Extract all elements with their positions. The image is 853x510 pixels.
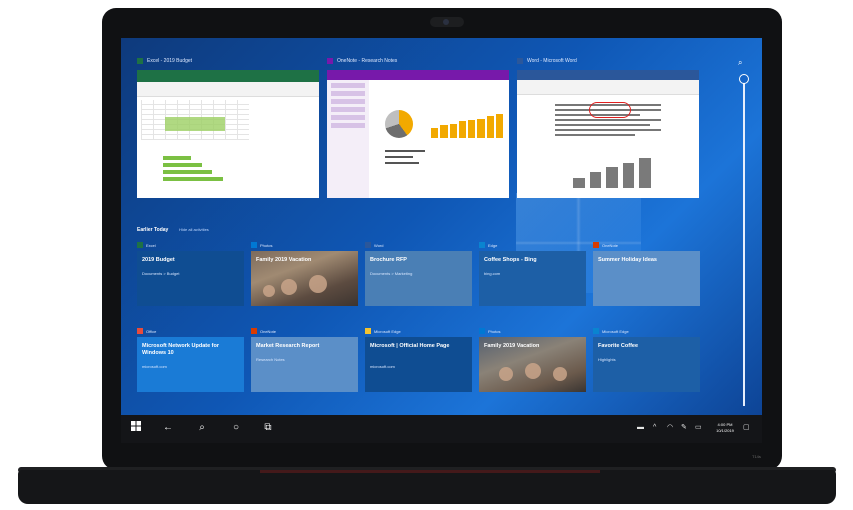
tile-title: Family 2019 Vacation [484,343,540,349]
pen-icon[interactable]: ✎ [681,423,687,433]
window-caption: Word - Microsoft Word [517,56,577,66]
tile-app-name: Excel [146,242,156,248]
onenote-icon [593,242,599,248]
activity-tile[interactable]: Edge Coffee Shops - Bing bing.com [479,240,586,306]
tile-app-name: Photos [260,242,273,248]
activity-tile[interactable]: OneNote Market Research Report Research … [251,326,358,392]
onenote-icon [251,328,257,334]
excel-thumbnail [137,70,319,198]
back-icon[interactable]: ← [161,421,175,435]
activity-tile[interactable]: Word Brochure RFP Documents > Marketing [365,240,472,306]
activity-tile[interactable]: Office Microsoft Network Update for Wind… [137,326,244,392]
activity-tile[interactable]: Excel 2019 Budget Documents > Budget [137,240,244,306]
timeline-window-onenote[interactable]: OneNote - Research Notes [327,56,509,201]
cortana-icon[interactable]: ○ [229,421,243,435]
edge-icon [479,242,485,248]
tile-app-name: Office [146,328,157,334]
tile-app-name: OneNote [260,328,277,334]
photo-thumbnail: Family 2019 Vacation [251,251,358,306]
tile-subtitle: microsoft.com [370,364,395,369]
edge-icon [365,328,371,334]
timeline-window-word[interactable]: Word - Microsoft Word [517,56,699,201]
keyboard-icon[interactable]: ▭ [695,423,702,433]
photo-thumbnail: Family 2019 Vacation [479,337,586,392]
timeline-scrollbar[interactable] [743,76,745,406]
tile-title: Market Research Report [256,343,320,349]
word-icon [517,58,523,64]
onenote-thumbnail [327,70,509,198]
office-icon [137,328,143,334]
excel-icon [137,58,143,64]
screen: Excel - 2019 Budget OneNote - Research N… [121,38,762,443]
tile-title: Microsoft Network Update for Windows 10 [142,343,220,356]
clock-date: 10/1/2019 [716,428,734,433]
taskbar: ← ⌕ ○ ⧉ ▬ ^ ◠ ✎ ▭ 4:00 PM 10/1/2019 ▢ [121,415,762,443]
notification-icon[interactable]: ▢ [743,423,750,433]
tile-title: Coffee Shops - Bing [484,257,537,263]
hinge-accent [260,470,600,473]
window-caption-text: OneNote - Research Notes [337,58,398,64]
section-heading: Earlier Today [137,227,169,233]
tile-subtitle: bing.com [484,271,501,276]
wifi-icon[interactable]: ◠ [667,423,673,433]
tile-title: Summer Holiday Ideas [598,257,657,263]
window-caption-text: Excel - 2019 Budget [147,58,193,64]
tile-subtitle: Research Notes [256,357,285,362]
tile-subtitle: Documents > Budget [142,271,180,276]
word-icon [365,242,371,248]
tile-app-name: Microsoft Edge [374,328,401,334]
tile-subtitle: Documents > Marketing [370,271,413,276]
tile-subtitle: microsoft.com [142,364,167,369]
tile-app-name: Word [374,242,384,248]
word-thumbnail [517,70,699,198]
windows-icon[interactable] [129,421,143,435]
photos-icon [251,242,257,248]
photos-icon [479,328,485,334]
tile-title: Brochure RFP [370,257,407,263]
tile-title: Family 2019 Vacation [256,257,312,263]
timeline-window-excel[interactable]: Excel - 2019 Budget [137,56,319,201]
edge-icon [593,328,599,334]
laptop-base [18,470,836,504]
tile-subtitle: Highlights [598,357,616,362]
tile-title: 2019 Budget [142,257,175,263]
window-caption: Excel - 2019 Budget [137,56,192,66]
search-icon[interactable]: ⌕ [738,58,742,68]
task-view-icon[interactable]: ⧉ [261,421,275,435]
search-icon[interactable]: ⌕ [195,421,209,435]
tile-app-name: Edge [488,242,498,248]
tile-title: Microsoft | Official Home Page [370,343,450,349]
tile-app-name: Photos [488,328,501,334]
chevron-icon[interactable]: ^ [653,423,656,433]
webcam [430,17,464,27]
activity-tile[interactable]: Photos Family 2019 Vacation [479,326,586,392]
activity-tile[interactable]: Microsoft Edge Favorite Coffee Highlight… [593,326,700,392]
activity-tile[interactable]: Microsoft Edge Microsoft | Official Home… [365,326,472,392]
tile-app-name: Microsoft Edge [602,328,629,334]
hide-activities-link[interactable]: Hide all activities [179,227,209,232]
model-label: T14s [752,454,761,459]
tile-title: Favorite Coffee [598,343,639,349]
excel-icon [137,242,143,248]
tile-app-name: OneNote [602,242,619,248]
battery-icon[interactable]: ▬ [637,423,644,433]
window-caption-text: Word - Microsoft Word [527,58,577,64]
window-caption: OneNote - Research Notes [327,56,397,66]
activity-tile[interactable]: OneNote Summer Holiday Ideas [593,240,700,306]
timeline-scroll-thumb[interactable] [739,74,749,84]
activity-tile[interactable]: Photos Family 2019 Vacation [251,240,358,306]
taskbar-clock[interactable]: 4:00 PM 10/1/2019 [713,422,737,434]
onenote-icon [327,58,333,64]
